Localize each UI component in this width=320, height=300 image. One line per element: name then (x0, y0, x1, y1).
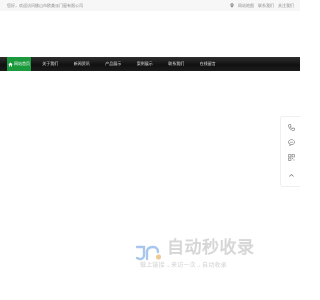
home-icon (7, 62, 13, 66)
nav-item-label: 联系我们 (168, 61, 185, 66)
nav-item-products[interactable]: 产品展示 (102, 57, 126, 71)
main-navigation: 网站首页 关于我们 新闻资讯 产品展示 案例展示 联系我们 在线留言 (0, 57, 300, 71)
watermark-logo (136, 245, 162, 261)
chat-button[interactable] (287, 138, 296, 147)
nav-item-about[interactable]: 关于我们 (39, 57, 63, 71)
location-pin-icon (230, 3, 234, 8)
nav-item-label: 网站首页 (14, 61, 30, 66)
nav-item-label: 案例展示 (136, 61, 153, 66)
nav-item-label: 在线留言 (199, 61, 216, 66)
qrcode-button[interactable] (287, 153, 296, 162)
nav-item-cases[interactable]: 案例展示 (133, 57, 157, 71)
nav-item-home[interactable]: 网站首页 (7, 57, 31, 71)
contact-link[interactable]: 联系我们 (258, 2, 274, 9)
chat-icon (288, 139, 295, 146)
welcome-text: 您好，欢迎访问佛山市欧美派门窗有限公司 (7, 3, 83, 8)
floating-sidebar (280, 116, 300, 187)
sitemap-link[interactable]: 网站地图 (238, 2, 254, 9)
follow-link[interactable]: 关注我们 (278, 2, 294, 9)
nav-item-label: 产品展示 (105, 61, 122, 66)
phone-icon (288, 124, 295, 131)
header (0, 11, 300, 57)
back-to-top-icon (289, 173, 294, 177)
nav-item-contact[interactable]: 联系我们 (165, 57, 189, 71)
nav-item-label: 新闻资讯 (73, 61, 90, 66)
watermark-subtitle: 做上链接→来访一次→自动收录 (140, 263, 227, 269)
nav-item-message[interactable]: 在线留言 (196, 57, 220, 71)
nav-item-label: 关于我们 (42, 61, 59, 66)
top-bar: 您好，欢迎访问佛山市欧美派门窗有限公司 网站地图 联系我们 关注我们 (0, 0, 300, 11)
nav-item-news[interactable]: 新闻资讯 (70, 57, 94, 71)
qrcode-icon (288, 154, 295, 161)
top-links: 网站地图 联系我们 关注我们 (230, 2, 294, 9)
back-to-top-button[interactable] (287, 171, 296, 180)
watermark-title: 自动秒收录 (167, 238, 255, 257)
phone-button[interactable] (287, 123, 296, 132)
